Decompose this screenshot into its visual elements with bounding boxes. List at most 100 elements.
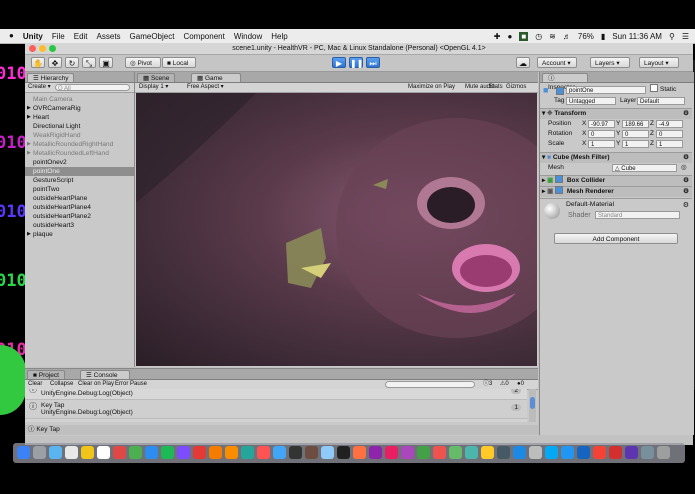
- transform-z-field[interactable]: -4.9: [656, 120, 683, 128]
- hierarchy-item[interactable]: ▶ OVRCameraRig: [25, 104, 134, 113]
- local-button[interactable]: ■ Local: [162, 57, 196, 68]
- expand-arrow-icon[interactable]: ▶: [27, 140, 31, 149]
- dock-app-icon[interactable]: [593, 446, 606, 459]
- layer-dropdown[interactable]: Default: [637, 97, 685, 105]
- tab-game[interactable]: ▦ Game: [191, 73, 241, 82]
- tab-project[interactable]: ■ Project: [27, 370, 65, 379]
- dock-app-icon[interactable]: [97, 446, 110, 459]
- account-dropdown[interactable]: Account ▾: [537, 57, 577, 68]
- transform-x-field[interactable]: 0: [588, 130, 615, 138]
- transform-x-field[interactable]: 1: [588, 140, 615, 148]
- gamepad-icon[interactable]: ✚: [494, 32, 501, 41]
- menu-component[interactable]: Component: [183, 32, 224, 41]
- dock-app-icon[interactable]: [545, 446, 558, 459]
- tab-console[interactable]: ☰ Console: [80, 370, 130, 379]
- maximize-icon[interactable]: [49, 45, 56, 52]
- clear-on-play-button[interactable]: Clear on Play: [78, 380, 114, 389]
- display-dropdown[interactable]: Display 1 ▾: [139, 83, 168, 92]
- dock-app-icon[interactable]: [465, 446, 478, 459]
- clock-text[interactable]: Sun 11:36 AM: [612, 32, 662, 41]
- dock-app-icon[interactable]: [401, 446, 414, 459]
- dock-app-icon[interactable]: [129, 446, 142, 459]
- rect-tool-icon[interactable]: ▣: [99, 57, 113, 68]
- gear-icon[interactable]: ⚙: [683, 153, 689, 163]
- hierarchy-item[interactable]: outsideHeartPlane: [25, 194, 134, 203]
- console-log-entry[interactable]: ⓘSwipeUnityEngine.Debug:Log(Object)2: [25, 389, 527, 400]
- dock-app-icon[interactable]: [561, 446, 574, 459]
- hierarchy-search-input[interactable]: Q All: [55, 84, 130, 91]
- transform-y-field[interactable]: 189.66: [622, 120, 649, 128]
- tab-inspector[interactable]: ⓘ Inspector: [542, 73, 588, 91]
- step-button[interactable]: ⏭: [366, 57, 380, 68]
- scale-tool-icon[interactable]: ⤡: [82, 57, 96, 68]
- hierarchy-item[interactable]: WeakRigidHand: [25, 131, 134, 140]
- terminal-icon[interactable]: ■: [519, 31, 529, 41]
- dock-app-icon[interactable]: [145, 446, 158, 459]
- dock-app-icon[interactable]: [433, 446, 446, 459]
- dock-app-icon[interactable]: [257, 446, 270, 459]
- dock-app-icon[interactable]: [497, 446, 510, 459]
- hierarchy-item[interactable]: GestureScript: [25, 176, 134, 185]
- static-toggle[interactable]: Static: [650, 84, 676, 95]
- static-checkbox[interactable]: [650, 84, 658, 93]
- transform-z-field[interactable]: 0: [656, 130, 683, 138]
- dock-app-icon[interactable]: [49, 446, 62, 459]
- object-name-field[interactable]: pointOne: [566, 86, 646, 94]
- dock-app-icon[interactable]: [513, 446, 526, 459]
- dock-app-icon[interactable]: [369, 446, 382, 459]
- hierarchy-item[interactable]: outsideHeart3: [25, 221, 134, 230]
- transform-y-field[interactable]: 0: [622, 130, 649, 138]
- dock-app-icon[interactable]: [481, 446, 494, 459]
- expand-arrow-icon[interactable]: ▶: [27, 149, 31, 158]
- hierarchy-item[interactable]: pointOnev2: [25, 158, 134, 167]
- mesh-renderer-header[interactable]: ▸ ▣ Mesh Renderer ⚙: [540, 186, 692, 197]
- clear-button[interactable]: Clear: [28, 380, 42, 389]
- dock-app-icon[interactable]: [209, 446, 222, 459]
- log-count-toggle[interactable]: ⓘ3: [483, 380, 492, 389]
- console-scrollbar[interactable]: [529, 389, 536, 422]
- expand-arrow-icon[interactable]: ▶: [27, 104, 31, 113]
- cloud-icon[interactable]: ☁: [516, 57, 530, 68]
- clock-icon[interactable]: ◷: [535, 32, 542, 41]
- hierarchy-item[interactable]: pointOne: [25, 167, 134, 176]
- pause-button[interactable]: ❚❚: [349, 57, 363, 68]
- hierarchy-item[interactable]: Directional Light: [25, 122, 134, 131]
- dock-app-icon[interactable]: [161, 446, 174, 459]
- tab-scene[interactable]: ▦ Scene: [137, 73, 176, 82]
- hierarchy-item[interactable]: Main Camera: [25, 95, 134, 104]
- menu-gameobject[interactable]: GameObject: [130, 32, 175, 41]
- pivot-button[interactable]: ◎ Pivot: [125, 57, 161, 68]
- rotate-tool-icon[interactable]: ↻: [65, 57, 79, 68]
- dock-app-icon[interactable]: [17, 446, 30, 459]
- move-tool-icon[interactable]: ✥: [48, 57, 62, 68]
- box-collider-header[interactable]: ▸ ▣ Box Collider ⚙: [540, 175, 692, 186]
- dock-app-icon[interactable]: [81, 446, 94, 459]
- mesh-renderer-checkbox[interactable]: [555, 186, 564, 195]
- gear-icon[interactable]: ⚙: [683, 187, 689, 197]
- dock-app-icon[interactable]: [529, 446, 542, 459]
- aspect-dropdown[interactable]: Free Aspect ▾: [187, 83, 224, 92]
- add-component-button[interactable]: Add Component: [554, 233, 678, 244]
- gear-icon[interactable]: ⚙: [683, 109, 689, 119]
- hierarchy-item[interactable]: ▶ Heart: [25, 113, 134, 122]
- mesh-filter-header[interactable]: ▾ ■ Cube (Mesh Filter) ⚙: [540, 152, 692, 163]
- dock-app-icon[interactable]: [657, 446, 670, 459]
- menu-window[interactable]: Window: [234, 32, 262, 41]
- hierarchy-item[interactable]: ▶ plaque: [25, 230, 134, 239]
- tag-dropdown[interactable]: Untagged: [566, 97, 616, 105]
- transform-y-field[interactable]: 1: [622, 140, 649, 148]
- apple-menu-icon[interactable]: ●: [9, 29, 14, 43]
- dock-app-icon[interactable]: [609, 446, 622, 459]
- shader-dropdown[interactable]: Standard: [595, 211, 680, 219]
- expand-arrow-icon[interactable]: ▶: [27, 113, 31, 122]
- hierarchy-item[interactable]: ▶ MetallicRoundedLeftHand: [25, 149, 134, 158]
- console-search-input[interactable]: [385, 381, 475, 388]
- transform-x-field[interactable]: -90.97: [588, 120, 615, 128]
- dock-app-icon[interactable]: [337, 446, 350, 459]
- dock-app-icon[interactable]: [353, 446, 366, 459]
- transform-header[interactable]: ▾ ✥ Transform ⚙: [540, 108, 692, 119]
- dock-app-icon[interactable]: [225, 446, 238, 459]
- hierarchy-item[interactable]: outsideHeartPlane4: [25, 203, 134, 212]
- close-icon[interactable]: [29, 45, 36, 52]
- hierarchy-item[interactable]: pointTwo: [25, 185, 134, 194]
